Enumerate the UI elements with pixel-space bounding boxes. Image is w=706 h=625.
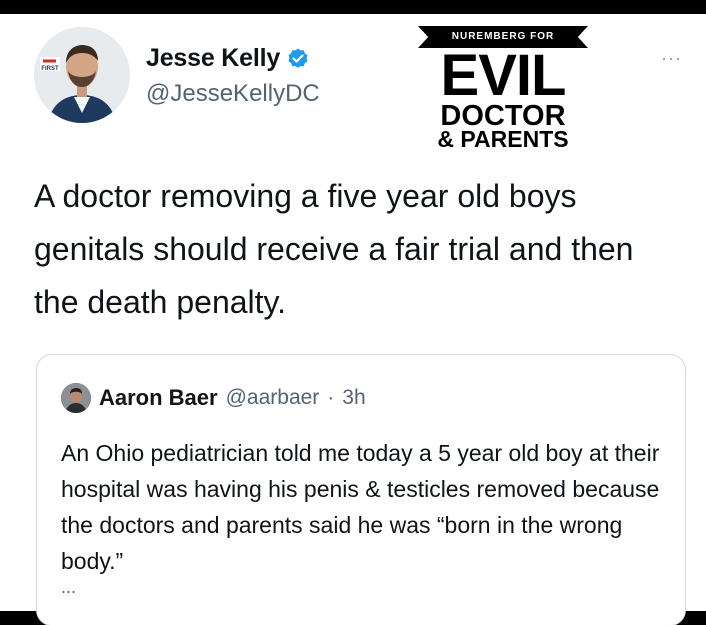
more-options-icon[interactable]: ··· <box>661 48 682 69</box>
overlay-graphic: NUREMBERG FOR EVIL DOCTOR & PARENTS <box>418 26 590 156</box>
quoted-separator: · <box>327 386 335 409</box>
verified-badge-icon <box>286 47 310 71</box>
avatar-image: FIRST <box>34 27 130 123</box>
avatar-badge-text: FIRST <box>41 66 59 72</box>
screenshot: FIRST Jesse Kelly @JesseKellyDC ··· NURE… <box>0 0 706 625</box>
quoted-timestamp[interactable]: 3h <box>342 386 365 410</box>
tweet-text: A doctor removing a five year old boys g… <box>34 178 634 320</box>
quoted-author-avatar[interactable] <box>61 383 91 413</box>
author-handle[interactable]: @JesseKellyDC <box>146 80 320 108</box>
overlay-headline: EVIL <box>440 43 567 108</box>
author-avatar[interactable]: FIRST <box>34 27 130 123</box>
overlay-tagline: & PARENTS <box>437 126 569 152</box>
quoted-tweet-header: Aaron Baer @aarbaer · 3h <box>61 383 366 413</box>
quoted-author-name[interactable]: Aaron Baer <box>99 385 218 411</box>
author-name-row: Jesse Kelly <box>146 44 310 73</box>
tweet-card: FIRST Jesse Kelly @JesseKellyDC ··· NURE… <box>0 14 706 625</box>
quoted-truncation: ... <box>61 577 77 597</box>
quoted-tweet[interactable]: Aaron Baer @aarbaer · 3h An Ohio pediatr… <box>36 354 686 625</box>
quoted-avatar-image <box>61 383 91 413</box>
quoted-author-handle[interactable]: @aarbaer <box>226 386 320 410</box>
author-name[interactable]: Jesse Kelly <box>146 44 280 73</box>
quoted-tweet-text: An Ohio pediatrician told me today a 5 y… <box>61 440 660 574</box>
